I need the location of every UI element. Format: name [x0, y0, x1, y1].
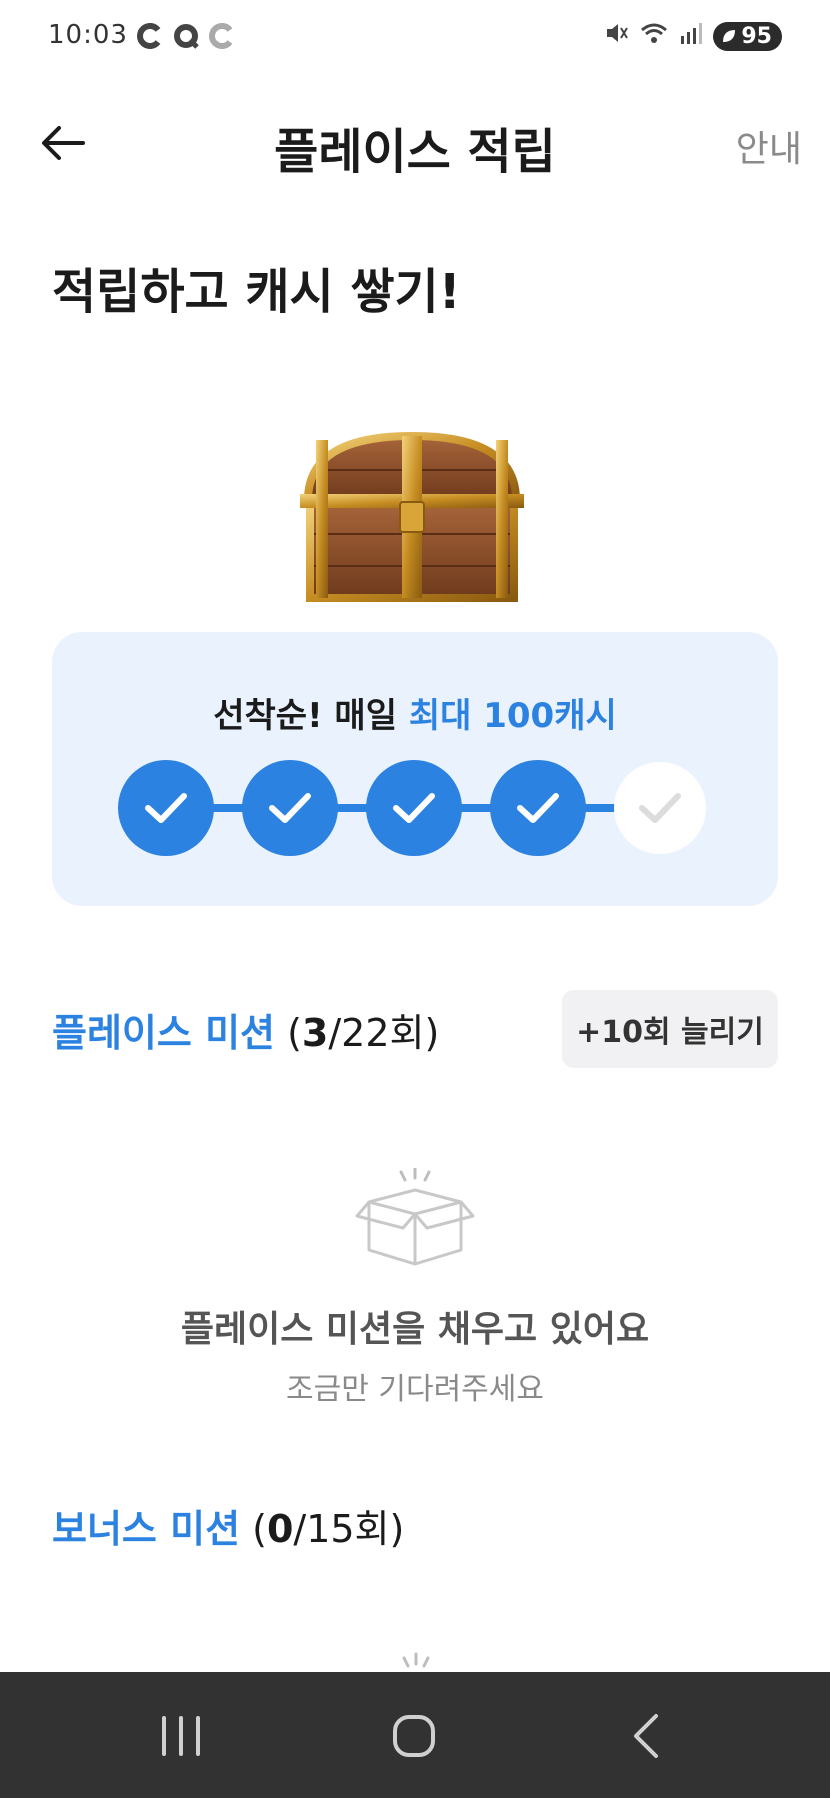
place-mission-name: 플레이스 미션 — [52, 1011, 275, 1055]
check-icon — [517, 793, 559, 823]
notification-icon — [172, 22, 200, 57]
progress-step-2 — [242, 760, 338, 856]
reward-heading-prefix: 선착순! 매일 — [213, 696, 409, 736]
signal-icon — [679, 20, 703, 52]
check-icon — [393, 793, 435, 823]
place-mission-count: (3/22회) — [275, 1011, 440, 1055]
home-button[interactable] — [374, 1704, 454, 1768]
recent-apps-button[interactable] — [141, 1704, 221, 1768]
back-nav-button[interactable] — [606, 1704, 686, 1768]
status-time: 10:03 — [48, 20, 128, 50]
headline: 적립하고 캐시 쌓기! — [52, 264, 461, 320]
place-mission-header: 플레이스 미션 (3/22회) +10회 늘리기 — [52, 990, 778, 1070]
battery-indicator: 95 — [713, 21, 782, 51]
bonus-mission-count: (0/15회) — [240, 1507, 405, 1551]
chevron-left-icon — [634, 1714, 658, 1758]
empty-state-subtitle: 조금만 기다려주세요 — [286, 1372, 544, 1407]
status-notification-icons — [136, 22, 236, 57]
guide-link[interactable]: 안내 — [736, 120, 802, 172]
bonus-mission-title: 보너스 미션 (0/15회) — [52, 1498, 404, 1553]
sparkle-icon — [402, 1652, 430, 1668]
bonus-mission-name: 보너스 미션 — [52, 1507, 241, 1551]
mute-icon — [603, 20, 629, 52]
check-icon — [145, 793, 187, 823]
battery-level: 95 — [741, 23, 772, 49]
notification-icon — [208, 22, 236, 57]
progress-step-1 — [118, 760, 214, 856]
increase-missions-button[interactable]: +10회 늘리기 — [562, 990, 778, 1068]
progress-step-4 — [490, 760, 586, 856]
wifi-icon — [639, 20, 669, 52]
home-icon — [393, 1715, 435, 1757]
check-icon — [639, 793, 681, 823]
page-title: 플레이스 적립 — [274, 124, 556, 180]
notification-icon — [136, 22, 164, 57]
progress-steps — [118, 760, 718, 856]
reward-heading: 선착순! 매일 최대 100캐시 — [52, 688, 778, 737]
reward-heading-accent: 최대 100캐시 — [408, 696, 617, 736]
progress-step-3 — [366, 760, 462, 856]
check-icon — [269, 793, 311, 823]
treasure-chest-icon — [300, 431, 524, 602]
empty-box-icon — [355, 1168, 475, 1266]
empty-state-title: 플레이스 미션을 채우고 있어요 — [180, 1309, 650, 1350]
progress-step-5 — [614, 762, 706, 854]
system-nav-bar — [0, 1672, 830, 1798]
app-header: 플레이스 적립 안내 — [0, 96, 830, 192]
recent-apps-icon — [162, 1716, 200, 1756]
daily-reward-card: 선착순! 매일 최대 100캐시 — [52, 632, 778, 906]
place-mission-title: 플레이스 미션 (3/22회) — [52, 1002, 439, 1057]
status-system-icons: 95 — [603, 20, 782, 52]
status-bar: 10:03 95 — [0, 0, 830, 74]
leaf-icon — [723, 30, 736, 42]
